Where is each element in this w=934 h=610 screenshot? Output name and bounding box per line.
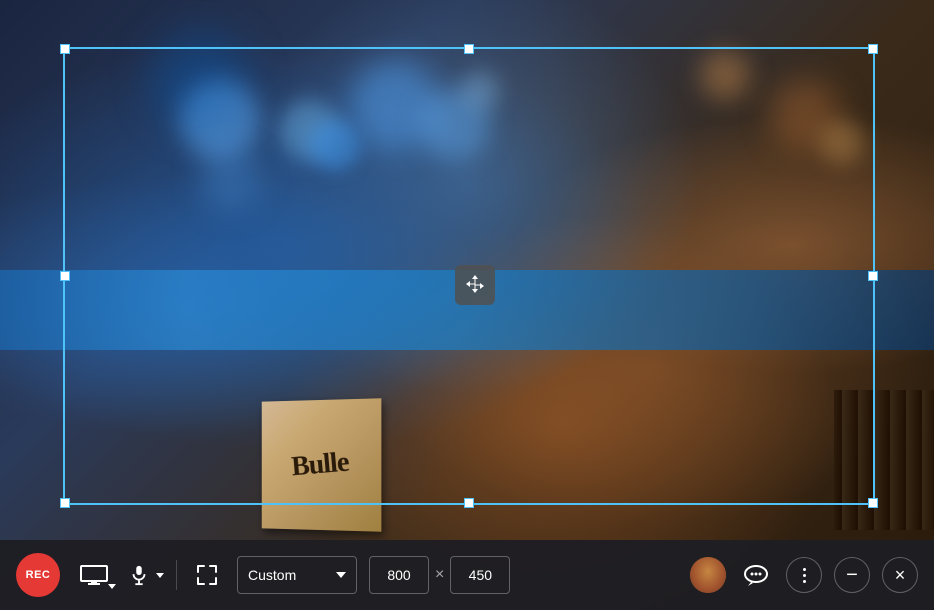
screen-icon bbox=[80, 565, 108, 585]
dimension-inputs: × bbox=[369, 556, 510, 594]
resolution-dropdown[interactable]: Custom bbox=[237, 556, 357, 594]
expand-button[interactable] bbox=[189, 557, 225, 593]
toolbar-divider-1 bbox=[176, 560, 177, 590]
mic-dropdown-arrow bbox=[156, 573, 164, 578]
dimension-separator: × bbox=[435, 566, 444, 584]
avatar-face bbox=[690, 557, 726, 593]
resize-handle-bottom-middle[interactable] bbox=[464, 498, 474, 508]
rec-label: REC bbox=[26, 569, 51, 581]
chevron-down-icon bbox=[336, 572, 346, 578]
screen-selector-button[interactable] bbox=[72, 557, 116, 593]
minus-icon: − bbox=[846, 565, 858, 585]
user-avatar[interactable] bbox=[690, 557, 726, 593]
screen-dropdown-arrow bbox=[108, 584, 116, 589]
comment-icon bbox=[743, 563, 769, 587]
move-cursor-icon bbox=[455, 265, 495, 305]
minimize-button[interactable]: − bbox=[834, 557, 870, 593]
close-button[interactable]: × bbox=[882, 557, 918, 593]
height-input[interactable] bbox=[450, 556, 510, 594]
rec-button[interactable]: REC bbox=[16, 553, 60, 597]
width-input[interactable] bbox=[369, 556, 429, 594]
resize-handle-top-left[interactable] bbox=[60, 44, 70, 54]
resize-handle-middle-right[interactable] bbox=[868, 271, 878, 281]
resolution-dropdown-label: Custom bbox=[248, 567, 328, 583]
mic-button[interactable] bbox=[128, 564, 164, 586]
mic-icon bbox=[128, 564, 150, 586]
close-icon: × bbox=[895, 565, 906, 586]
more-options-button[interactable] bbox=[786, 557, 822, 593]
dot-1 bbox=[803, 568, 806, 571]
dot-3 bbox=[803, 580, 806, 583]
dot-2 bbox=[803, 574, 806, 577]
comment-button[interactable] bbox=[738, 557, 774, 593]
expand-icon bbox=[196, 564, 218, 586]
resize-handle-top-middle[interactable] bbox=[464, 44, 474, 54]
toolbar: REC Custom bbox=[0, 540, 934, 610]
resize-handle-bottom-left[interactable] bbox=[60, 498, 70, 508]
resize-handle-bottom-right[interactable] bbox=[868, 498, 878, 508]
resize-handle-top-right[interactable] bbox=[868, 44, 878, 54]
resize-handle-middle-left[interactable] bbox=[60, 271, 70, 281]
